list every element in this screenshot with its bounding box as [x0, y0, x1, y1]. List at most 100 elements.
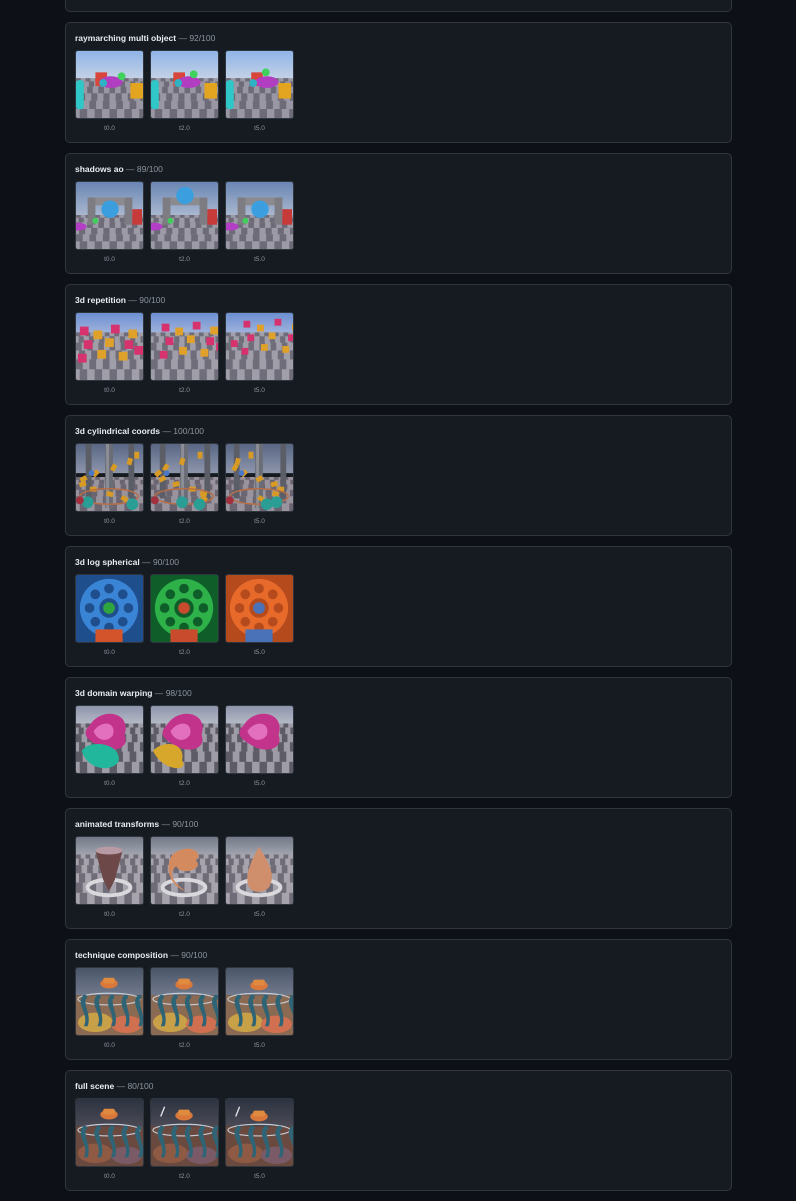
frame-thumbnail[interactable]: t2.0: [150, 50, 219, 133]
frame-thumbnail[interactable]: t2.0: [150, 443, 219, 526]
frame-time-label: t5.0: [254, 1173, 265, 1180]
frame-thumbnail[interactable]: t5.0: [225, 1098, 294, 1181]
frame-thumbnail[interactable]: t0.0: [75, 836, 144, 919]
test-title-row: shadows ao — 89/100: [75, 164, 723, 175]
frame-image[interactable]: [225, 967, 294, 1036]
frame-image[interactable]: [75, 443, 144, 512]
test-name: animated transforms: [75, 819, 160, 829]
frame-thumbnail[interactable]: t0.0: [75, 181, 144, 264]
frame-time-label: t2.0: [179, 125, 190, 132]
frame-image[interactable]: [225, 312, 294, 381]
frame-time-label: t2.0: [179, 911, 190, 918]
test-title-row: animated transforms — 90/100: [75, 819, 723, 830]
frame-image[interactable]: [150, 836, 219, 905]
frame-time-label: t2.0: [179, 518, 190, 525]
frame-image[interactable]: [150, 50, 219, 119]
test-name: 3d repetition: [75, 295, 127, 305]
previous-test-card: [65, 0, 732, 12]
test-title-row: full scene — 80/100: [75, 1081, 723, 1092]
frame-image[interactable]: [225, 836, 294, 905]
frame-image[interactable]: [225, 50, 294, 119]
frame-image[interactable]: [225, 443, 294, 512]
frame-thumbnail[interactable]: t2.0: [150, 836, 219, 919]
test-title-row: 3d log spherical — 90/100: [75, 557, 723, 568]
test-score: — 90/100: [161, 819, 199, 829]
frame-strip: t0.0 t2.0 t5.0: [75, 50, 723, 133]
results-column: raymarching multi object — 92/100 t0.0 t2.…: [65, 0, 732, 1201]
frame-image[interactable]: [225, 181, 294, 250]
frame-image[interactable]: [150, 312, 219, 381]
frame-time-label: t5.0: [254, 125, 265, 132]
frame-time-label: t5.0: [254, 911, 265, 918]
frame-image[interactable]: [75, 574, 144, 643]
frame-time-label: t5.0: [254, 256, 265, 263]
frame-thumbnail[interactable]: t0.0: [75, 967, 144, 1050]
frame-thumbnail[interactable]: t2.0: [150, 574, 219, 657]
frame-thumbnail[interactable]: t0.0: [75, 574, 144, 657]
frame-thumbnail[interactable]: t0.0: [75, 312, 144, 395]
frame-image[interactable]: [75, 1098, 144, 1167]
frame-image[interactable]: [150, 1098, 219, 1167]
frame-thumbnail[interactable]: t2.0: [150, 967, 219, 1050]
frame-strip: t0.0 t2.0 t5.0: [75, 312, 723, 395]
test-name: 3d cylindrical coords: [75, 426, 161, 436]
test-score: — 98/100: [154, 688, 192, 698]
frame-image[interactable]: [75, 836, 144, 905]
frame-time-label: t2.0: [179, 256, 190, 263]
frame-strip: t0.0 t2.0 t5.0: [75, 181, 723, 264]
frame-image[interactable]: [75, 50, 144, 119]
frame-thumbnail[interactable]: t2.0: [150, 1098, 219, 1181]
frame-thumbnail[interactable]: t5.0: [225, 312, 294, 395]
frame-thumbnail[interactable]: t5.0: [225, 181, 294, 264]
frame-image[interactable]: [150, 443, 219, 512]
test-score: — 90/100: [142, 557, 179, 567]
frame-time-label: t5.0: [254, 780, 265, 787]
frame-image[interactable]: [225, 705, 294, 774]
frame-image[interactable]: [75, 181, 144, 250]
frame-time-label: t0.0: [104, 387, 115, 394]
frame-image[interactable]: [150, 181, 219, 250]
frame-image[interactable]: [75, 967, 144, 1036]
frame-thumbnail[interactable]: t5.0: [225, 836, 294, 919]
frame-thumbnail[interactable]: t0.0: [75, 1098, 144, 1181]
frame-strip: t0.0 t2.0 t5.0: [75, 836, 723, 919]
test-title-row: raymarching multi object — 92/100: [75, 33, 723, 44]
frame-thumbnail[interactable]: t0.0: [75, 50, 144, 133]
frame-strip: t0.0 t2.0 t5.0: [75, 443, 723, 526]
frame-strip: t0.0 t2.0 t5.0: [75, 705, 723, 788]
frame-image[interactable]: [150, 574, 219, 643]
frame-thumbnail[interactable]: t5.0: [225, 443, 294, 526]
frame-image[interactable]: [225, 1098, 294, 1167]
frame-image[interactable]: [150, 967, 219, 1036]
frame-time-label: t0.0: [104, 1042, 115, 1049]
frame-time-label: t2.0: [179, 1173, 190, 1180]
frame-image[interactable]: [75, 705, 144, 774]
test-score: — 90/100: [128, 295, 166, 305]
frame-thumbnail[interactable]: t5.0: [225, 50, 294, 133]
frame-time-label: t5.0: [254, 387, 265, 394]
frame-time-label: t0.0: [104, 649, 115, 656]
frame-thumbnail[interactable]: t5.0: [225, 967, 294, 1050]
frame-thumbnail[interactable]: t0.0: [75, 705, 144, 788]
frame-thumbnail[interactable]: t2.0: [150, 705, 219, 788]
test-card: 3d cylindrical coords — 100/100 t0.0 t2.0 t…: [65, 415, 732, 536]
frame-thumbnail[interactable]: t2.0: [150, 312, 219, 395]
frame-thumbnail[interactable]: t5.0: [225, 705, 294, 788]
frame-time-label: t0.0: [104, 911, 115, 918]
frame-image[interactable]: [225, 574, 294, 643]
test-score: — 80/100: [116, 1081, 154, 1091]
test-name: 3d domain warping: [75, 688, 153, 698]
frame-time-label: t2.0: [179, 1042, 190, 1049]
test-title-row: 3d domain warping — 98/100: [75, 688, 723, 699]
frame-strip: t0.0 t2.0 t5.0: [75, 967, 723, 1050]
test-name: full scene: [75, 1081, 115, 1091]
frame-image[interactable]: [150, 705, 219, 774]
frame-thumbnail[interactable]: t0.0: [75, 443, 144, 526]
frame-time-label: t2.0: [179, 387, 190, 394]
frame-thumbnail[interactable]: t2.0: [150, 181, 219, 264]
test-score: — 90/100: [170, 950, 208, 960]
frame-image[interactable]: [75, 312, 144, 381]
frame-time-label: t0.0: [104, 518, 115, 525]
test-card: raymarching multi object — 92/100 t0.0 t2.…: [65, 22, 732, 143]
frame-thumbnail[interactable]: t5.0: [225, 574, 294, 657]
